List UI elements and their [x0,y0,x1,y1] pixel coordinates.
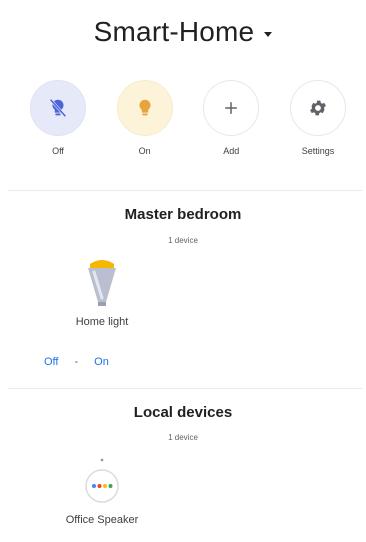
room-device-count: 1 device [168,236,198,245]
home-light-controls: Off - On [44,356,109,368]
device-name: Office Speaker [65,514,139,526]
settings-button[interactable]: Settings [278,80,358,156]
home-title: Smart-Home [93,16,255,47]
home-selector[interactable]: Smart-Home [94,16,273,48]
add-button[interactable]: Add [191,80,271,156]
quick-actions: Off On Add Settings [18,80,358,156]
lights-on-label: On [138,146,151,156]
device-home-light[interactable]: Home light [52,258,152,328]
home-light-on-button[interactable]: On [94,356,109,368]
local-devices-title: Local devices [133,404,233,421]
gear-icon [310,100,326,116]
room-title: Master bedroom [124,206,242,223]
settings-circle [289,80,346,136]
device-office-speaker[interactable]: Office Speaker [42,456,162,526]
add-circle [203,80,260,136]
speaker-icon [85,458,119,503]
plus-icon [225,102,238,114]
lights-on-circle [116,80,173,136]
lights-off-circle [30,80,86,136]
light-bulb-icon [88,260,116,306]
header: Smart-Home [0,16,366,48]
home-light-off-button[interactable]: Off [44,356,58,368]
settings-label: Settings [301,146,335,156]
lights-off-label: Off [52,146,64,156]
local-device-count: 1 device [168,433,198,442]
divider [8,190,362,191]
separator: - [74,356,79,368]
light-on-icon [139,99,151,116]
device-name: Home light [75,316,129,328]
add-label: Add [223,146,240,156]
light-off-icon [49,98,67,118]
lights-off-button[interactable]: Off [18,80,98,156]
divider [8,388,362,389]
lights-on-button[interactable]: On [105,80,185,156]
caret-down-icon [264,31,273,37]
